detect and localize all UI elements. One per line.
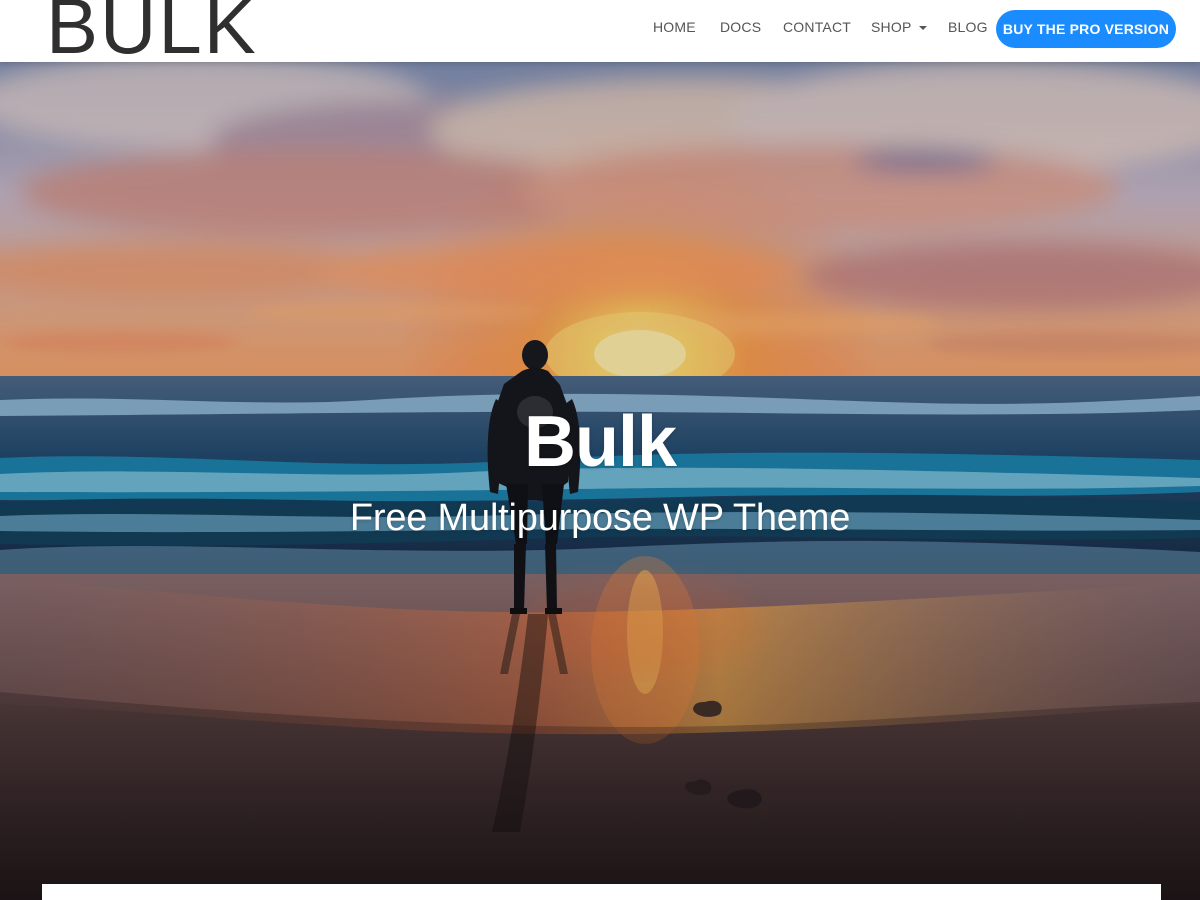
nav-item-shop-label: SHOP [871, 19, 912, 35]
site-header: BULK HOME DOCS CONTACT SHOP BLOG BUY THE… [0, 0, 1200, 65]
nav-item-shop[interactable]: SHOP [871, 19, 928, 35]
caret-down-icon [919, 26, 928, 31]
content-panel-top [42, 884, 1161, 900]
nav-item-contact[interactable]: CONTACT [783, 19, 851, 35]
nav-item-blog[interactable]: BLOG [948, 19, 988, 35]
nav-item-home[interactable]: HOME [653, 19, 696, 35]
hero-banner: Bulk Free Multipurpose WP Theme [0, 62, 1200, 900]
buy-pro-version-button[interactable]: BUY THE PRO VERSION [996, 10, 1176, 48]
nav-item-docs[interactable]: DOCS [720, 19, 761, 35]
hero-title: Bulk [523, 402, 677, 482]
hero-subtitle: Free Multipurpose WP Theme [349, 497, 851, 539]
